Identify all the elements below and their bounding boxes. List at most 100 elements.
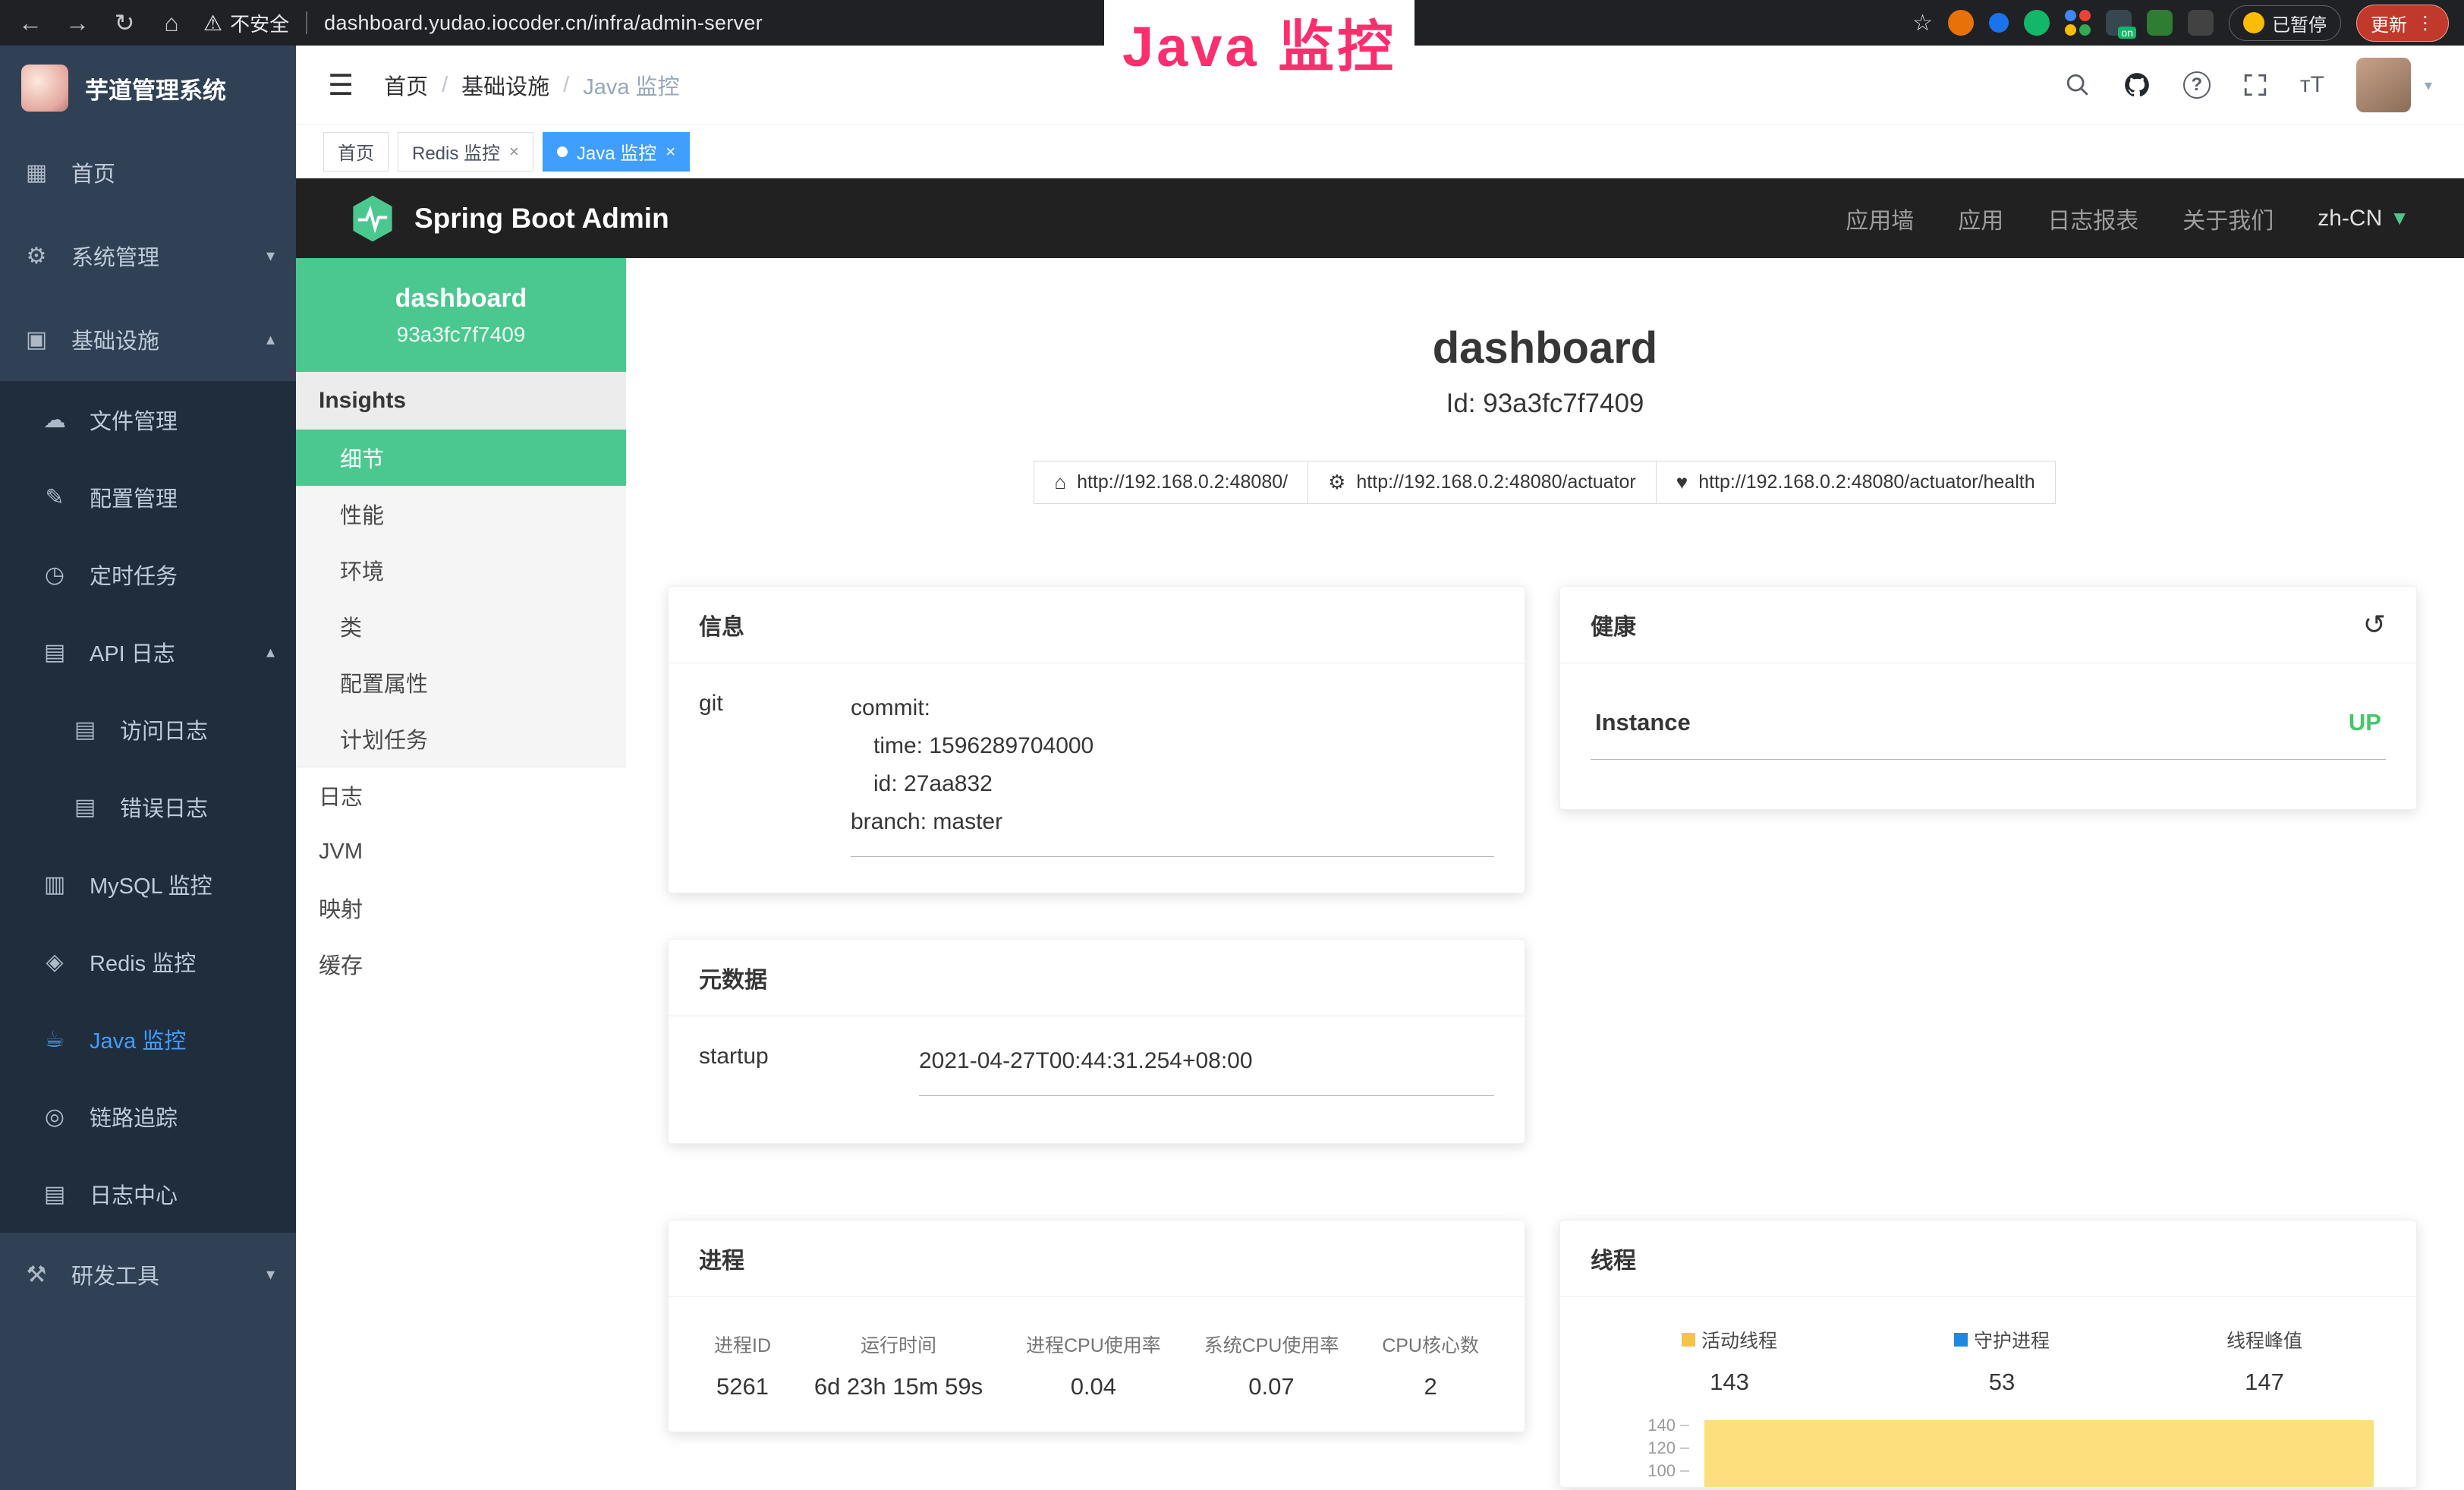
sba-item-caches[interactable]: 缓存 bbox=[296, 936, 626, 992]
sba-item-config-props[interactable]: 配置属性 bbox=[296, 654, 626, 710]
info-key: git bbox=[699, 689, 851, 857]
breadcrumb-infra[interactable]: 基础设施 bbox=[461, 69, 549, 101]
health-card: 健康 ↺ Instance UP bbox=[1559, 586, 2417, 810]
sidebar-item-config[interactable]: ✎ 配置管理 bbox=[0, 458, 296, 536]
service-url-link[interactable]: ⌂ http://192.168.0.2:48080/ bbox=[1034, 461, 1308, 504]
sidebar-item-devtools[interactable]: ⚒ 研发工具 ▾ bbox=[0, 1233, 296, 1316]
gear-icon: ⚙ bbox=[21, 243, 52, 269]
user-avatar[interactable] bbox=[2356, 58, 2411, 112]
threads-card-title: 线程 bbox=[1591, 1242, 1636, 1275]
sba-content: dashboard Id: 93a3fc7f7409 ⌂ http://192.… bbox=[626, 258, 2464, 1490]
sidebar-item-system[interactable]: ⚙ 系统管理 ▾ bbox=[0, 214, 296, 298]
extension-green-circle-icon[interactable] bbox=[2024, 10, 2050, 36]
paused-badge[interactable]: 已暂停 bbox=[2229, 5, 2341, 41]
sba-item-mappings[interactable]: 映射 bbox=[296, 880, 626, 936]
log-center-icon: ▤ bbox=[39, 1181, 70, 1208]
extension-puzzle-icon[interactable] bbox=[2188, 10, 2214, 36]
sba-nav-journal[interactable]: 日志报表 bbox=[2047, 202, 2138, 235]
sidebar-item-java[interactable]: ☕ Java 监控 bbox=[0, 1000, 296, 1078]
sidebar-item-log-center[interactable]: ▤ 日志中心 bbox=[0, 1155, 296, 1233]
sidebar-item-infra[interactable]: ▣ 基础设施 ▴ bbox=[0, 298, 296, 381]
cards-grid: 信息 git commit: time: 1596289704000 id: 2 bbox=[626, 504, 2464, 1488]
sidebar-item-mysql[interactable]: ▥ MySQL 监控 bbox=[0, 846, 296, 923]
reload-icon[interactable]: ↻ bbox=[109, 8, 140, 37]
sidebar-item-error-log[interactable]: ▤ 错误日志 bbox=[0, 768, 296, 846]
sba-nav-wallboard[interactable]: 应用墙 bbox=[1846, 202, 1914, 235]
collapse-sidebar-icon[interactable]: ☰ bbox=[328, 68, 354, 102]
sba-item-environment[interactable]: 环境 bbox=[296, 542, 626, 598]
sba-nav-applications[interactable]: 应用 bbox=[1958, 202, 2003, 235]
bookmark-star-icon[interactable]: ☆ bbox=[1912, 10, 1933, 36]
health-instance-label: Instance bbox=[1595, 709, 1691, 736]
log-icon: ▤ bbox=[39, 639, 70, 666]
legend-live-threads: 活动线程 143 bbox=[1682, 1326, 1777, 1396]
sba-item-metrics[interactable]: 性能 bbox=[296, 486, 626, 542]
sidebar-item-redis[interactable]: ◈ Redis 监控 bbox=[0, 923, 296, 1000]
extension-drop-icon[interactable] bbox=[1989, 13, 2009, 33]
process-card: 进程 进程ID 5261 运行时间 bbox=[668, 1220, 1525, 1432]
help-icon[interactable]: ? bbox=[2183, 71, 2211, 99]
info-value: commit: time: 1596289704000 id: 27aa832 … bbox=[851, 689, 1494, 857]
tab-java[interactable]: Java 监控 × bbox=[543, 132, 690, 172]
extension-onetab-icon[interactable]: on bbox=[2106, 10, 2132, 36]
security-indicator[interactable]: ⚠ 不安全 bbox=[203, 9, 289, 37]
infra-submenu: ☁ 文件管理 ✎ 配置管理 ◷ 定时任务 ▤ API 日志 ▴ ▤ bbox=[0, 381, 296, 1233]
extension-fox-icon[interactable] bbox=[1948, 10, 1974, 36]
back-icon[interactable]: ← bbox=[15, 9, 46, 37]
font-size-icon[interactable]: тT bbox=[2300, 72, 2324, 98]
sidebar-item-access-log[interactable]: ▤ 访问日志 bbox=[0, 691, 296, 768]
metric-uptime: 运行时间 6d 23h 15m 59s bbox=[814, 1331, 983, 1400]
sba-item-jvm[interactable]: JVM bbox=[296, 824, 626, 880]
browser-menu-icon: ⋮ bbox=[2416, 12, 2434, 34]
doc-icon: ▤ bbox=[70, 717, 100, 743]
sidebar-item-job[interactable]: ◷ 定时任务 bbox=[0, 536, 296, 613]
health-icon: ♥ bbox=[1676, 471, 1688, 494]
extension-leaf-icon[interactable] bbox=[2147, 10, 2173, 36]
security-label: 不安全 bbox=[230, 9, 289, 37]
info-card-title: 信息 bbox=[699, 608, 744, 641]
home-nav-icon[interactable]: ⌂ bbox=[156, 9, 187, 37]
github-icon[interactable] bbox=[2123, 71, 2151, 99]
instance-header[interactable]: dashboard 93a3fc7f7409 bbox=[296, 258, 626, 372]
actuator-url-link[interactable]: ⚙ http://192.168.0.2:48080/actuator bbox=[1308, 461, 1657, 504]
metric-cpu-cores: CPU核心数 2 bbox=[1382, 1331, 1479, 1400]
tab-redis[interactable]: Redis 监控 × bbox=[398, 132, 533, 172]
sidebar-item-file[interactable]: ☁ 文件管理 bbox=[0, 381, 296, 458]
doc-icon: ▤ bbox=[70, 794, 100, 821]
metadata-card-title: 元数据 bbox=[699, 961, 767, 994]
trace-icon: ◎ bbox=[39, 1104, 70, 1130]
sba-nav-about[interactable]: 关于我们 bbox=[2182, 202, 2274, 235]
locale-selector[interactable]: zh-CN ▼ bbox=[2318, 206, 2409, 232]
history-icon[interactable]: ↺ bbox=[2363, 609, 2386, 641]
extension-grid-icon[interactable] bbox=[2065, 10, 2091, 36]
tab-home[interactable]: 首页 bbox=[323, 132, 389, 172]
sba-item-classes[interactable]: 类 bbox=[296, 598, 626, 654]
process-metrics: 进程ID 5261 运行时间 6d 23h 15m 59s bbox=[699, 1323, 1494, 1400]
sba-logo-icon bbox=[351, 194, 395, 243]
app-logo-image bbox=[21, 65, 68, 112]
sba-item-logs[interactable]: 日志 bbox=[296, 767, 626, 824]
search-icon[interactable] bbox=[2065, 72, 2091, 98]
forward-icon[interactable]: → bbox=[62, 9, 93, 37]
home-icon: ⌂ bbox=[1054, 471, 1066, 494]
sba-item-scheduled-tasks[interactable]: 计划任务 bbox=[296, 710, 626, 767]
insights-section-label: Insights bbox=[296, 372, 626, 430]
browser-actions: ☆ on 已暂停 更新 ⋮ bbox=[1912, 5, 2449, 42]
fullscreen-icon[interactable] bbox=[2242, 72, 2268, 98]
chevron-down-icon: ▾ bbox=[266, 1265, 275, 1284]
health-instance-row[interactable]: Instance UP bbox=[1591, 689, 2386, 760]
breadcrumb-home[interactable]: 首页 bbox=[384, 69, 428, 101]
address-bar[interactable]: dashboard.yudao.iocoder.cn/infra/admin-s… bbox=[324, 11, 763, 35]
close-icon[interactable]: × bbox=[509, 142, 519, 162]
app-title: 芋道管理系统 bbox=[85, 71, 226, 106]
avatar-caret-icon[interactable]: ▾ bbox=[2425, 76, 2432, 95]
sidebar-item-api-log[interactable]: ▤ API 日志 ▴ bbox=[0, 613, 296, 691]
close-icon[interactable]: × bbox=[666, 142, 675, 162]
sidebar-item-trace[interactable]: ◎ 链路追踪 bbox=[0, 1078, 296, 1155]
chrome-update-button[interactable]: 更新 ⋮ bbox=[2356, 5, 2449, 42]
sidebar-item-home[interactable]: ▦ 首页 bbox=[0, 131, 296, 214]
sba-item-details[interactable]: 细节 bbox=[296, 430, 626, 486]
health-url-link[interactable]: ♥ http://192.168.0.2:48080/actuator/heal… bbox=[1656, 461, 2056, 504]
cards-col-left: 信息 git commit: time: 1596289704000 id: 2 bbox=[668, 586, 1525, 1488]
legend-peak-threads: 线程峰值 147 bbox=[2226, 1326, 2302, 1396]
